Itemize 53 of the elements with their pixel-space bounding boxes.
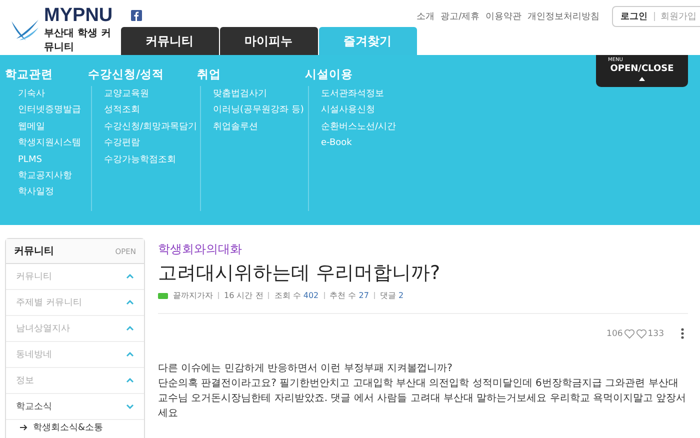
menu-item[interactable]: e-Book	[321, 135, 425, 152]
top-link[interactable]: 이용약관	[486, 10, 522, 22]
sidebar-title: 커뮤니티	[14, 245, 54, 258]
nav-tab[interactable]: 즐겨찾기	[318, 27, 417, 55]
menu-item[interactable]: 수강편람	[104, 135, 197, 152]
post-author[interactable]: 끝까지가자	[173, 290, 213, 301]
menu-item[interactable]: 시설사용신청	[321, 102, 425, 119]
downvote-count: 133	[648, 328, 664, 338]
upvote-count: 106	[606, 328, 623, 338]
menu-item[interactable]: 웹메일	[18, 118, 88, 136]
nav-tab[interactable]: 커뮤니티	[120, 27, 219, 55]
post-title: 고려대시위하는데 우리머합니까?	[158, 261, 442, 286]
sidebar-item[interactable]: 남녀상열지사	[6, 316, 144, 342]
top-link[interactable]: 광고/제휴	[440, 10, 480, 22]
auth-link[interactable]: 로그인	[620, 10, 648, 22]
nav-tab[interactable]: 마이피누	[220, 27, 318, 55]
menu-item[interactable]: 맞춤법검사기	[213, 86, 305, 102]
menu-item[interactable]: 인터넷증명발급	[18, 102, 88, 119]
post-category[interactable]: 학생회와의대화	[158, 242, 242, 256]
logo-name: MYPNU	[44, 6, 114, 26]
menu-item[interactable]: 이러닝(공무원강좌 등)	[213, 102, 305, 119]
sidebar-subitem[interactable]: 학생회소식&소통	[6, 420, 144, 434]
post-time: 16 시간 전	[224, 290, 264, 301]
menu-item[interactable]: 도서관좌석정보	[321, 86, 425, 102]
post-paragraph: 다른 이슈에는 민감하게 반응하면서 이런 부정부패 지켜볼껍니까?	[158, 362, 454, 376]
menu-heading: 수강신청/성적	[88, 67, 166, 82]
menu-item[interactable]: PLMS	[18, 152, 88, 168]
menu-heading: 학교관련	[5, 67, 54, 82]
menu-item[interactable]: 순환버스노선/시간	[321, 118, 425, 136]
comment-count: 댓글 2	[380, 290, 404, 301]
view-count: 조회 수 402	[274, 290, 319, 301]
top-link[interactable]: 개인정보처리방침	[528, 10, 600, 22]
menu-item[interactable]: 취업솔루션	[213, 118, 305, 136]
sidebar-item[interactable]: 주제별 커뮤니티	[6, 290, 144, 316]
menu-heading: 시설이용	[305, 67, 354, 82]
sidebar-item[interactable]: 동네방네	[6, 342, 144, 368]
menu-item[interactable]: 학생지원시스템	[18, 135, 88, 152]
menu-item[interactable]: 학교공지사항	[18, 168, 88, 184]
post-paragraph: 단순의혹 판결전이라고요? 필기한번안치고 고대입학 부산대 의전입학 성적미달인데 6번장학금지급 그와관련 부산대교수님 오거돈시장님한테 자리받았죠. 댓글 에서 사람들 고려대 부산대 말하는거보세요 우리학교 욕먹이지말고 앞장서세요	[158, 377, 688, 421]
like-count: 추천 수 27	[330, 290, 369, 301]
top-link[interactable]: 소개	[416, 10, 435, 22]
menu-item[interactable]: 수강신청/희망과목담기	[104, 118, 197, 136]
sidebar-item[interactable]: 커뮤니티	[6, 264, 144, 290]
menu-item[interactable]: 성적조회	[104, 102, 197, 119]
menu-item[interactable]: 교양교육원	[104, 86, 197, 102]
menu-item[interactable]: 기숙사	[18, 86, 88, 102]
auth-link[interactable]: 회원가입	[660, 10, 697, 22]
sidebar-item[interactable]: 정보	[6, 368, 144, 394]
menu-item[interactable]: 수강가능학점조회	[104, 152, 197, 168]
menu-item[interactable]: 학사일정	[18, 184, 88, 201]
menu-heading: 취업	[197, 67, 222, 82]
sidebar-item[interactable]: 학교소식	[6, 394, 144, 420]
logo-tagline: 부산대 학생 커뮤니티	[44, 26, 112, 54]
